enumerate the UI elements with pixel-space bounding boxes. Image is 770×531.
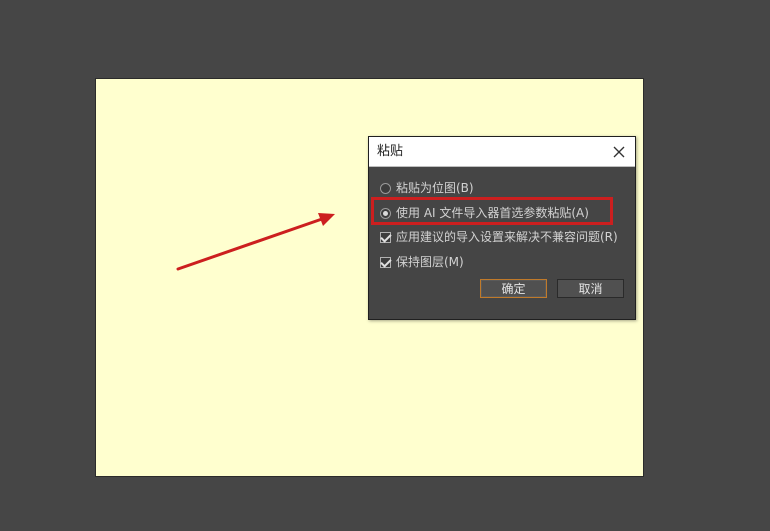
dialog-titlebar: 粘贴	[369, 137, 635, 167]
paste-dialog: 粘贴 粘贴为位图(B) 使用 AI 文件导入器首选参数粘贴(A) 应用建议的导入…	[368, 136, 636, 320]
cancel-button[interactable]: 取消	[557, 279, 624, 298]
keep-layers-label: 保持图层(M)	[396, 255, 464, 269]
ok-button[interactable]: 确定	[480, 279, 547, 298]
apply-import-settings-label: 应用建议的导入设置来解决不兼容问题(R)	[396, 230, 618, 244]
dialog-title: 粘贴	[377, 144, 404, 159]
paste-bitmap-option[interactable]: 粘贴为位图(B)	[380, 180, 474, 196]
keep-layers-option[interactable]: 保持图层(M)	[380, 254, 464, 270]
paste-bitmap-label: 粘贴为位图(B)	[396, 181, 474, 195]
dialog-content: 粘贴为位图(B) 使用 AI 文件导入器首选参数粘贴(A) 应用建议的导入设置来…	[369, 167, 635, 319]
use-ai-importer-label: 使用 AI 文件导入器首选参数粘贴(A)	[396, 206, 589, 220]
keep-layers-checkbox[interactable]	[380, 256, 391, 268]
close-icon[interactable]	[611, 144, 627, 160]
apply-import-settings-checkbox[interactable]	[380, 231, 391, 243]
apply-import-settings-option[interactable]: 应用建议的导入设置来解决不兼容问题(R)	[380, 229, 618, 245]
use-ai-importer-radio[interactable]	[380, 207, 391, 219]
use-ai-importer-option[interactable]: 使用 AI 文件导入器首选参数粘贴(A)	[380, 205, 589, 221]
paste-bitmap-radio[interactable]	[380, 182, 391, 194]
